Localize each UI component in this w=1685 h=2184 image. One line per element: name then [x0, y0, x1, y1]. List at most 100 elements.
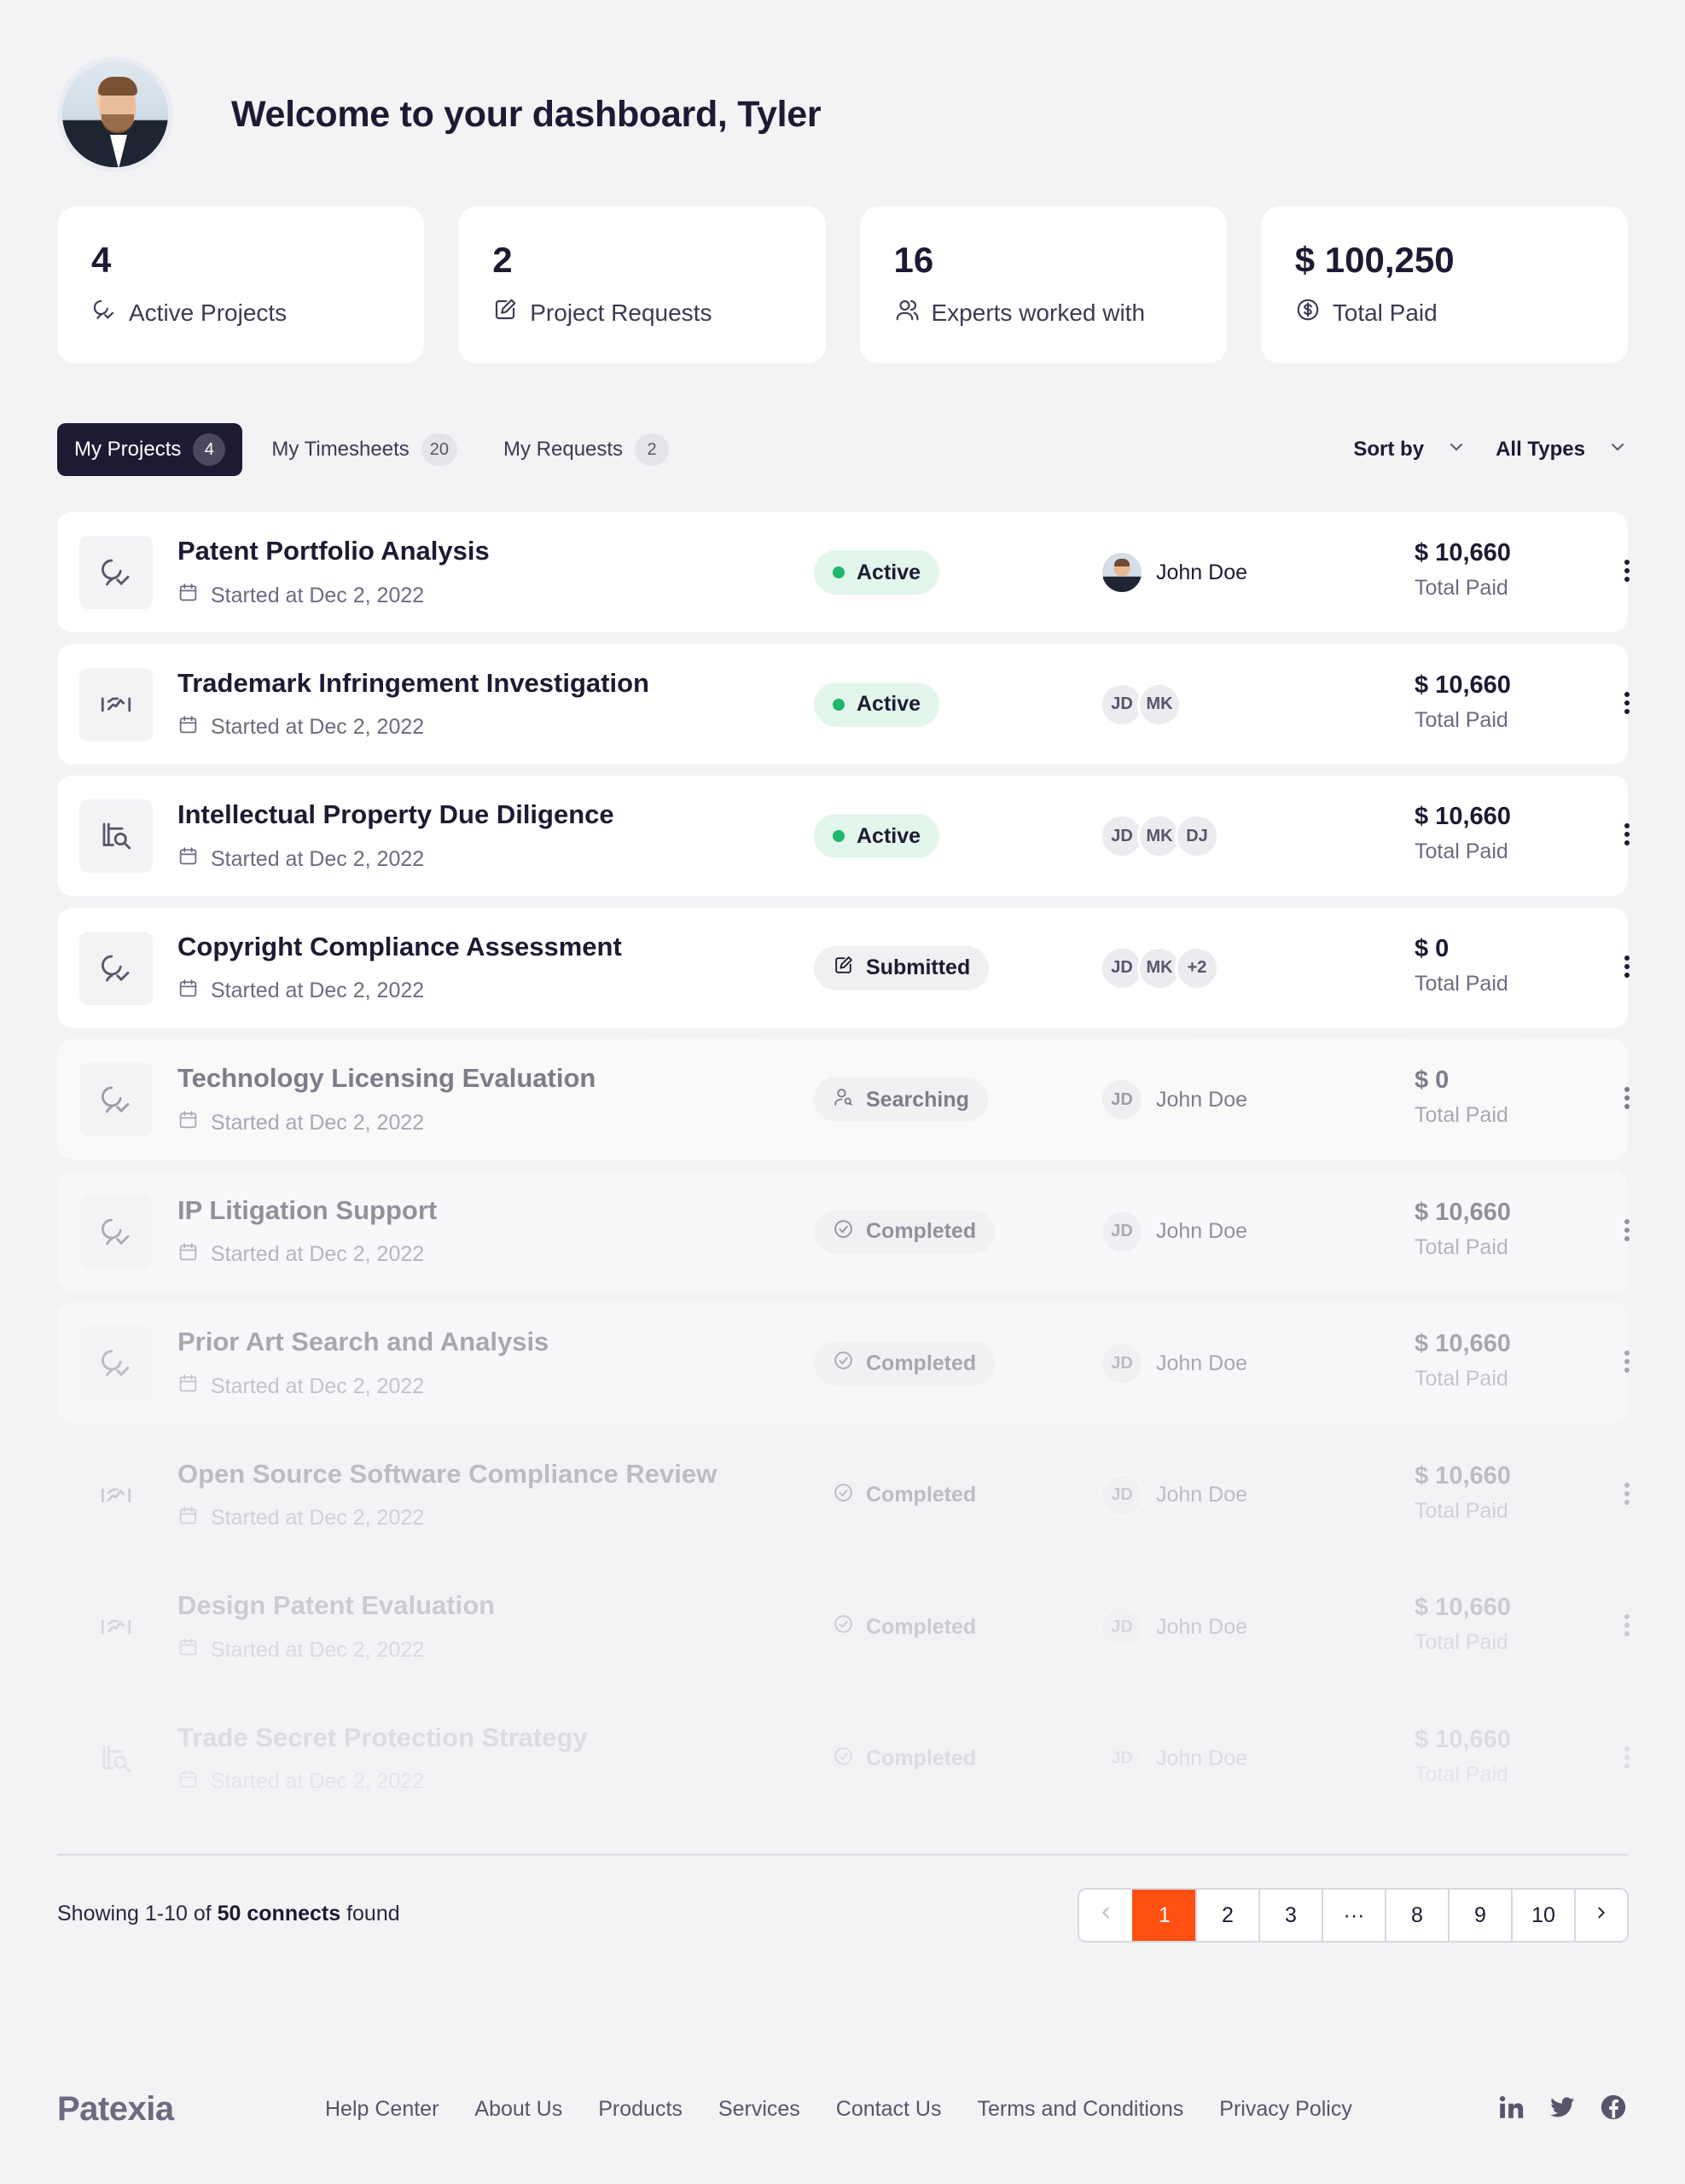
more-options-icon[interactable]	[1617, 1216, 1637, 1250]
pagination: 1 2 3 ··· 8 9 10	[1078, 1888, 1629, 1943]
footer-link[interactable]: Contact Us	[836, 2097, 942, 2122]
page-button[interactable]: ···	[1322, 1890, 1385, 1941]
chevron-down-icon	[1607, 437, 1628, 463]
project-title[interactable]: Design Patent Evaluation	[177, 1590, 495, 1621]
more-options-icon[interactable]	[1617, 1479, 1637, 1513]
amount-value: $ 10,660	[1415, 803, 1511, 830]
tabs-bar: My Projects 4 My Timesheets 20 My Reques…	[57, 423, 1628, 476]
avatar[interactable]: JD	[1100, 1736, 1144, 1781]
person-name: John Doe	[1156, 1219, 1248, 1243]
stat-card-active-projects[interactable]: 4 Active Projects	[57, 206, 425, 363]
more-options-icon[interactable]	[1617, 952, 1637, 986]
facebook-icon[interactable]	[1599, 2093, 1628, 2126]
twitter-icon[interactable]	[1548, 2093, 1577, 2126]
project-row[interactable]: Intellectual Property Due Diligence Start…	[57, 775, 1630, 896]
footer-link[interactable]: Terms and Conditions	[977, 2097, 1183, 2122]
project-list: Patent Portfolio Analysis Started at Dec …	[57, 512, 1630, 1830]
person-name: John Doe	[1156, 1614, 1248, 1639]
more-options-icon[interactable]	[1617, 1611, 1637, 1645]
project-row[interactable]: Prior Art Search and Analysis Started at …	[57, 1303, 1630, 1423]
sort-dropdown[interactable]: Sort by	[1353, 437, 1467, 463]
avatar[interactable]: JD	[1100, 1341, 1144, 1385]
assigned-experts: JD MK DJ	[1100, 812, 1219, 860]
tab-my-requests[interactable]: My Requests 2	[486, 423, 686, 476]
stat-card-total-paid[interactable]: $ 100,250 Total Paid	[1260, 206, 1628, 363]
chevron-left-icon	[1096, 1903, 1115, 1928]
project-row[interactable]: Open Source Software Compliance Review St…	[57, 1435, 1630, 1555]
amount-label: Total Paid	[1415, 1234, 1508, 1259]
document-search-icon	[79, 1722, 153, 1796]
project-row[interactable]: Technology Licensing Evaluation Started a…	[57, 1039, 1630, 1159]
page-button[interactable]: 1	[1132, 1890, 1195, 1941]
page-button[interactable]: 8	[1385, 1890, 1448, 1941]
stat-card-experts[interactable]: 16 Experts worked with	[859, 206, 1227, 363]
more-options-icon[interactable]	[1617, 1083, 1637, 1118]
linkedin-icon[interactable]	[1496, 2093, 1525, 2126]
project-amount: $ 10,660 Total Paid	[1415, 1726, 1511, 1787]
project-title[interactable]: Prior Art Search and Analysis	[177, 1327, 549, 1357]
project-title[interactable]: Trademark Infringement Investigation	[177, 668, 649, 699]
page-button[interactable]: 3	[1258, 1890, 1322, 1941]
amount-label: Total Paid	[1415, 971, 1508, 996]
project-start-date: Started at Dec 2, 2022	[177, 1109, 424, 1136]
project-row[interactable]: IP Litigation Support Started at Dec 2, 2…	[57, 1170, 1630, 1292]
amount-value: $ 10,660	[1415, 1594, 1511, 1621]
footer-logo[interactable]: Patexia	[57, 2090, 325, 2129]
stat-card-project-requests[interactable]: 2 Project Requests	[458, 206, 826, 363]
type-filter-dropdown[interactable]: All Types	[1496, 437, 1628, 463]
footer-link[interactable]: Privacy Policy	[1219, 2097, 1352, 2122]
status-dot	[833, 698, 845, 711]
handshake-icon	[79, 1458, 153, 1532]
status-badge: Submitted	[814, 945, 990, 990]
project-title[interactable]: IP Litigation Support	[177, 1195, 437, 1226]
user-avatar[interactable]	[57, 56, 173, 172]
footer-link[interactable]: Help Center	[325, 2097, 439, 2122]
status-badge: Active	[814, 550, 940, 595]
more-options-icon[interactable]	[1617, 820, 1637, 854]
avatar[interactable]: JD	[1100, 1209, 1144, 1254]
page-button[interactable]: 2	[1195, 1890, 1258, 1941]
amount-label: Total Paid	[1415, 839, 1508, 863]
avatar[interactable]: JD	[1100, 1472, 1144, 1518]
status-label: Searching	[866, 1087, 969, 1112]
avatar[interactable]: JD	[1100, 1077, 1144, 1122]
footer-link[interactable]: Services	[718, 2097, 800, 2122]
project-title[interactable]: Technology Licensing Evaluation	[177, 1063, 596, 1094]
avatar[interactable]: DJ	[1175, 814, 1219, 858]
calendar-icon	[177, 1769, 199, 1796]
project-title[interactable]: Copyright Compliance Assessment	[177, 932, 622, 962]
avatar[interactable]: MK	[1137, 682, 1182, 727]
avatar[interactable]: +2	[1175, 945, 1219, 990]
avatar[interactable]: JD	[1100, 1605, 1144, 1649]
type-filter-label: All Types	[1496, 438, 1585, 461]
project-row[interactable]: Copyright Compliance Assessment Started a…	[57, 907, 1630, 1028]
project-row[interactable]: Trade Secret Protection Strategy Started …	[57, 1699, 1630, 1819]
page-button[interactable]: 10	[1511, 1890, 1574, 1941]
status-badge: Completed	[814, 1209, 996, 1254]
footer-link[interactable]: Products	[598, 2097, 683, 2122]
project-row[interactable]: Design Patent Evaluation Started at Dec 2…	[57, 1566, 1630, 1687]
prev-page-button[interactable]	[1079, 1890, 1132, 1941]
more-options-icon[interactable]	[1617, 688, 1637, 723]
project-row[interactable]: Trademark Infringement Investigation Star…	[57, 643, 1630, 764]
request-icon	[492, 297, 518, 328]
date-text: Started at Dec 2, 2022	[211, 715, 425, 739]
project-title[interactable]: Trade Secret Protection Strategy	[177, 1722, 588, 1753]
amount-label: Total Paid	[1415, 1762, 1508, 1786]
project-title[interactable]: Patent Portfolio Analysis	[177, 536, 490, 566]
next-page-button[interactable]	[1574, 1890, 1627, 1941]
avatar[interactable]	[1100, 550, 1144, 595]
more-options-icon[interactable]	[1617, 1347, 1637, 1381]
project-title[interactable]: Open Source Software Compliance Review	[177, 1459, 717, 1490]
stat-value: 16	[893, 240, 934, 280]
footer-link[interactable]: About Us	[474, 2097, 562, 2122]
more-options-icon[interactable]	[1617, 1743, 1637, 1777]
project-title[interactable]: Intellectual Property Due Diligence	[177, 799, 614, 830]
project-row[interactable]: Patent Portfolio Analysis Started at Dec …	[57, 512, 1630, 632]
more-options-icon[interactable]	[1617, 556, 1637, 590]
project-amount: $ 10,660 Total Paid	[1415, 1462, 1511, 1524]
tab-my-projects[interactable]: My Projects 4	[57, 423, 243, 476]
results-suffix: found	[340, 1902, 400, 1926]
tab-my-timesheets[interactable]: My Timesheets 20	[254, 423, 474, 476]
page-button[interactable]: 9	[1448, 1890, 1511, 1941]
